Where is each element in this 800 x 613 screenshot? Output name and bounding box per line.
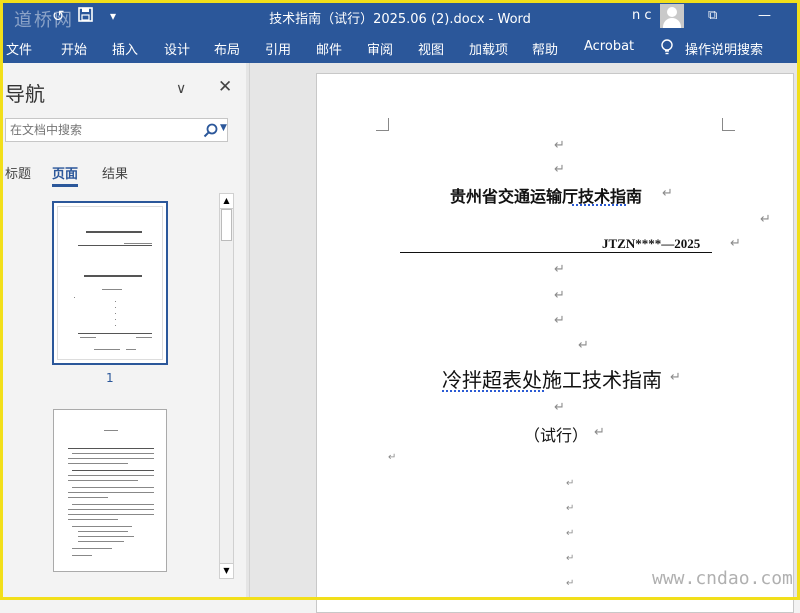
tab-insert[interactable]: 插入 (112, 39, 138, 58)
scroll-down-icon[interactable]: ▼ (220, 563, 233, 578)
tab-pages[interactable]: 页面 (52, 163, 78, 182)
search-input[interactable] (10, 122, 200, 138)
paragraph-mark: ↵ (662, 186, 673, 201)
page-number-label: 1 (106, 371, 114, 385)
margin-corner-top-right (722, 118, 735, 131)
paragraph-mark: ↵ (670, 370, 681, 385)
tab-help[interactable]: 帮助 (532, 39, 558, 58)
tab-mailings[interactable]: 邮件 (316, 39, 342, 58)
lightbulb-icon (660, 39, 674, 55)
chevron-down-icon[interactable]: ∨ (176, 81, 186, 97)
navigation-scrollbar[interactable]: ▲ ▼ (219, 193, 234, 579)
tab-view[interactable]: 视图 (418, 39, 444, 58)
paragraph-mark: ↵ (760, 212, 771, 227)
tab-add-ins[interactable]: 加载项 (469, 39, 508, 58)
paragraph-mark: ↵ (554, 400, 565, 415)
paragraph-mark: ↵ (578, 338, 589, 353)
watermark-url: www.cndao.com (652, 568, 793, 589)
tab-home[interactable]: 开始 (61, 39, 87, 58)
paragraph-mark: ↵ (566, 478, 575, 489)
tell-me-search[interactable]: 操作说明搜索 (685, 39, 763, 58)
paragraph-mark: ↵ (554, 162, 565, 177)
title-bar: 道桥网 ↺ ▾ 技术指南（试行）2025.06 (2).docx - Word … (0, 0, 800, 33)
tab-acrobat[interactable]: Acrobat (584, 39, 634, 54)
active-tab-indicator (52, 184, 78, 187)
paragraph-mark: ↵ (566, 528, 575, 539)
user-initials[interactable]: n c (632, 8, 652, 23)
paragraph-mark: ↵ (554, 262, 565, 277)
paragraph-mark: ↵ (566, 578, 575, 589)
minimize-icon[interactable]: — (758, 8, 771, 23)
ribbon-tabs: 文件 开始 插入 设计 布局 引用 邮件 审阅 视图 加载项 帮助 Acroba… (0, 33, 800, 63)
close-icon[interactable]: ✕ (218, 77, 232, 97)
document-page[interactable] (316, 73, 794, 613)
navigation-pane: 导航 ∨ ✕ ▼ 标题 页面 结果 1 (0, 63, 246, 600)
spelling-squiggle (572, 204, 628, 206)
scroll-thumb[interactable] (221, 209, 232, 241)
navigation-title: 导航 (5, 82, 45, 106)
scroll-up-icon[interactable]: ▲ (220, 194, 233, 209)
tab-results[interactable]: 结果 (102, 163, 128, 182)
paragraph-mark: ↵ (730, 236, 741, 251)
paragraph-mark: ↵ (388, 452, 397, 463)
tab-references[interactable]: 引用 (265, 39, 291, 58)
paragraph-mark: ↵ (554, 313, 565, 328)
document-main-title[interactable]: 冷拌超表处施工技术指南 (442, 364, 662, 393)
page-thumbnail-1[interactable] (52, 201, 168, 365)
tab-layout[interactable]: 布局 (214, 39, 240, 58)
search-box[interactable]: ▼ (5, 118, 228, 142)
paragraph-mark: ↵ (566, 553, 575, 564)
ribbon-display-options-icon[interactable]: ⧉ (708, 8, 717, 23)
paragraph-mark: ↵ (554, 138, 565, 153)
document-subtitle[interactable]: （试行） (524, 422, 588, 446)
tab-review[interactable]: 审阅 (367, 39, 393, 58)
paragraph-mark: ↵ (594, 425, 605, 440)
avatar[interactable] (660, 4, 684, 28)
paragraph-mark: ↵ (554, 288, 565, 303)
search-options-dropdown-icon[interactable]: ▼ (220, 123, 227, 133)
tab-file[interactable]: 文件 (6, 39, 32, 58)
page-thumbnail-2[interactable] (53, 409, 167, 572)
tab-design[interactable]: 设计 (164, 39, 190, 58)
horizontal-rule (400, 252, 712, 253)
document-code[interactable]: JTZN****—2025 (602, 236, 700, 252)
margin-corner-top-left (376, 118, 389, 131)
spelling-squiggle (442, 390, 546, 392)
tab-headings[interactable]: 标题 (5, 163, 31, 182)
search-icon[interactable] (203, 123, 218, 138)
paragraph-mark: ↵ (566, 503, 575, 514)
